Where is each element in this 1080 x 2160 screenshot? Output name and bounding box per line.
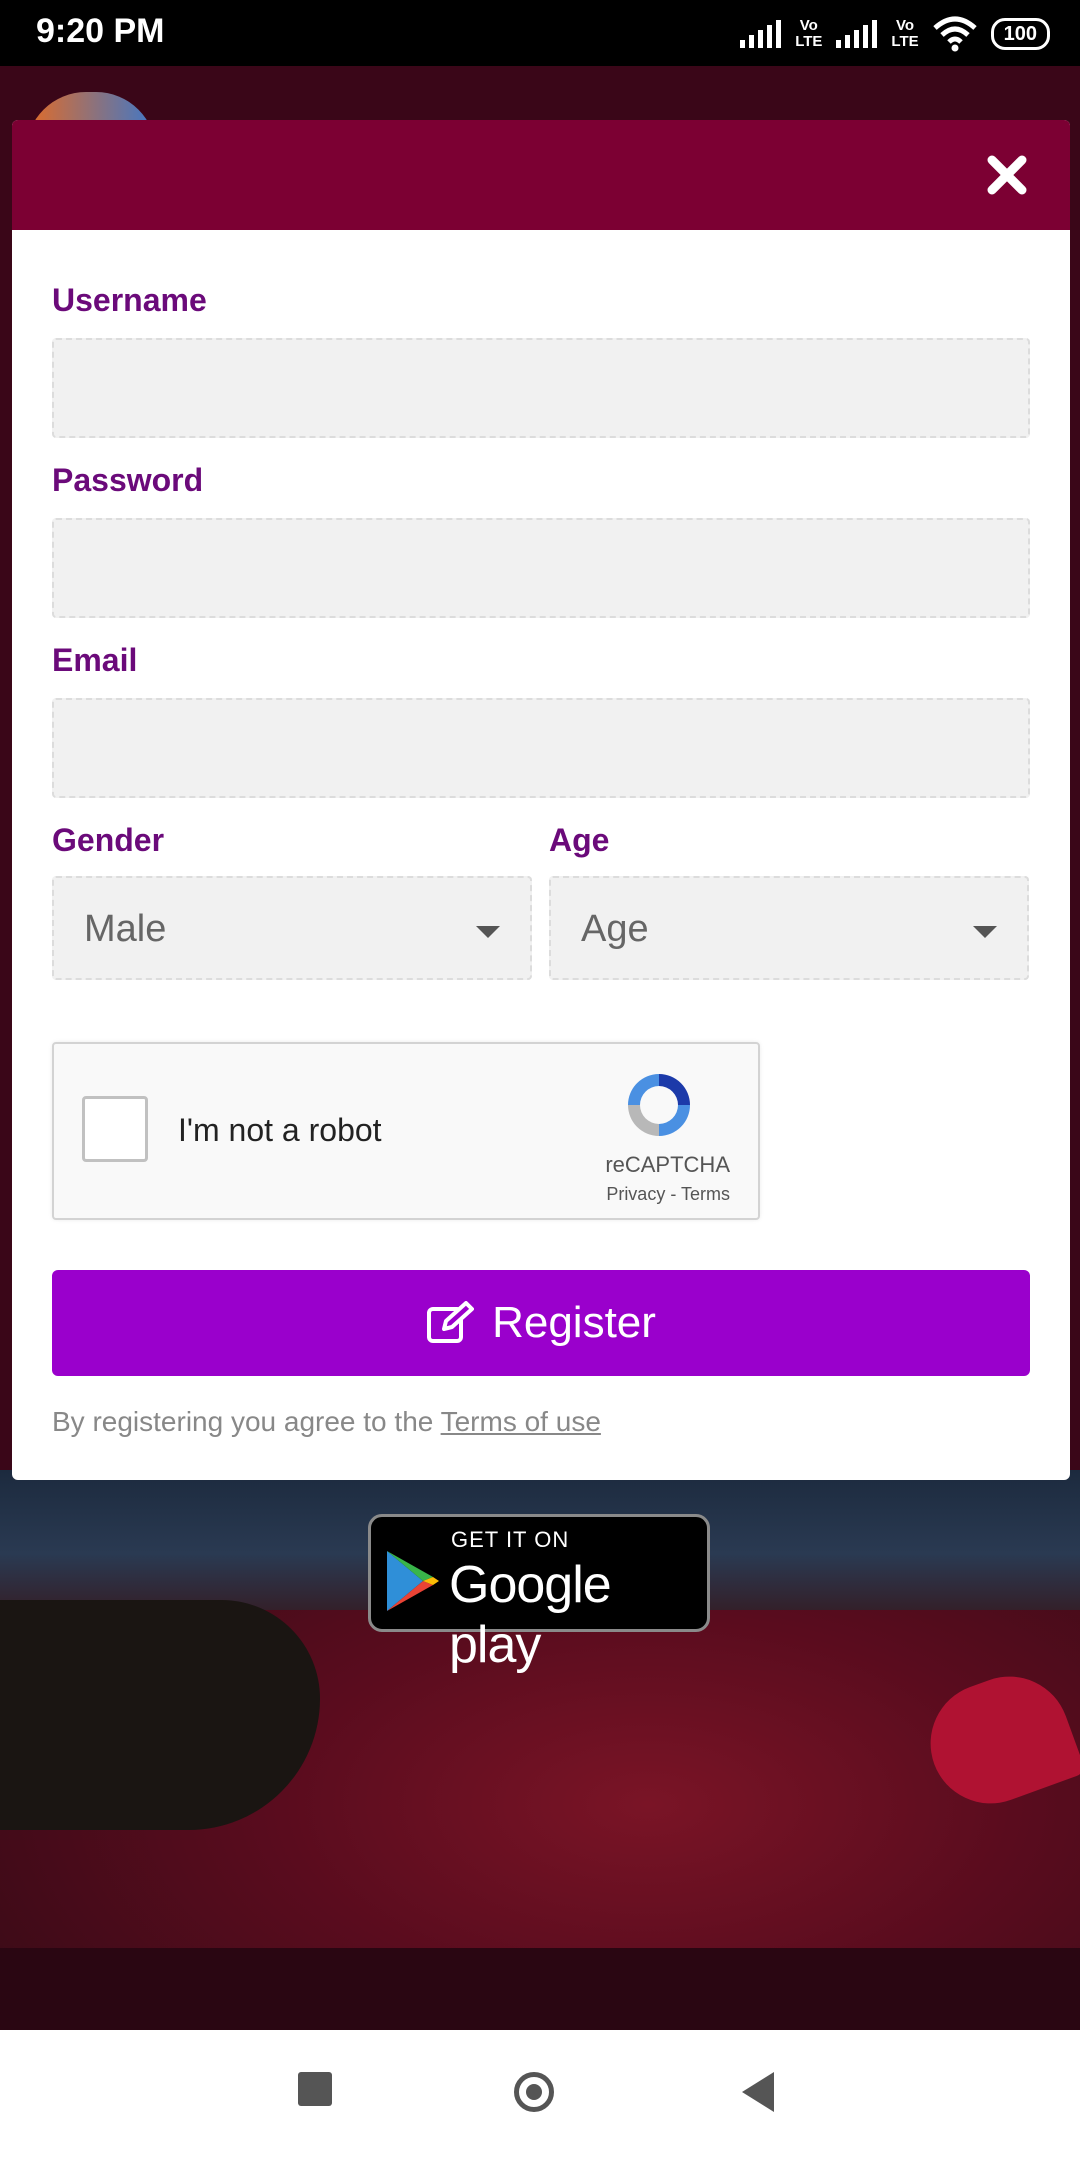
- register-label: Register: [492, 1298, 656, 1347]
- email-field[interactable]: [52, 698, 1030, 798]
- username-input[interactable]: [54, 340, 1028, 436]
- status-icons: Vo LTE Vo LTE 100: [740, 14, 1050, 54]
- back-icon[interactable]: [742, 2072, 774, 2112]
- google-play-badge[interactable]: GET IT ON Google play: [368, 1514, 710, 1674]
- navigation-bar: [0, 2030, 1080, 2160]
- terms-prefix: By registering you agree to the: [52, 1406, 441, 1437]
- recaptcha-checkbox[interactable]: [82, 1096, 148, 1162]
- chevron-down-icon: [476, 926, 500, 938]
- terms-of-use-link[interactable]: Terms of use: [441, 1406, 601, 1437]
- age-value: Age: [581, 908, 649, 950]
- username-label: Username: [52, 282, 207, 318]
- status-time: 9:20 PM: [36, 12, 165, 50]
- volte-label: Vo LTE: [795, 17, 823, 50]
- terms-note: By registering you agree to the Terms of…: [52, 1406, 601, 1438]
- email-label: Email: [52, 642, 138, 678]
- edit-icon: [427, 1301, 475, 1343]
- volte-label-2: Vo LTE: [891, 17, 919, 50]
- register-modal: Username Password Email Gender Male Age …: [12, 120, 1070, 1480]
- background-footer: [0, 1948, 1080, 2030]
- recaptcha-brand: reCAPTCHA: [605, 1152, 730, 1177]
- recaptcha-links[interactable]: Privacy - Terms: [606, 1184, 730, 1205]
- photo-heart: [913, 1659, 1080, 1821]
- recents-icon[interactable]: [298, 2072, 332, 2106]
- gender-select[interactable]: Male: [52, 876, 532, 980]
- username-field[interactable]: [52, 338, 1030, 438]
- modal-header: [12, 120, 1070, 230]
- chevron-down-icon: [973, 926, 997, 938]
- google-play-small-text: GET IT ON: [451, 1527, 570, 1552]
- photo-boot: [0, 1600, 320, 1830]
- google-play-big-text: Google play: [449, 1556, 612, 1674]
- email-input[interactable]: [54, 700, 1028, 796]
- age-select[interactable]: Age: [549, 876, 1029, 980]
- battery-icon: 100: [990, 18, 1050, 50]
- close-icon[interactable]: [982, 150, 1032, 200]
- register-button[interactable]: Register: [52, 1270, 1030, 1376]
- wifi-icon: [932, 16, 977, 52]
- google-play-icon: [387, 1551, 439, 1611]
- password-input[interactable]: [54, 520, 1028, 616]
- recaptcha-widget: I'm not a robot reCAPTCHA Privacy - Term…: [52, 1042, 760, 1220]
- signal-icon: [740, 20, 782, 48]
- recaptcha-text: I'm not a robot: [178, 1112, 382, 1148]
- gender-value: Male: [84, 908, 167, 950]
- status-bar: 9:20 PM Vo LTE Vo LTE 100: [0, 0, 1080, 66]
- signal-icon-2: [836, 20, 878, 48]
- gender-label: Gender: [52, 822, 165, 858]
- home-icon[interactable]: [514, 2072, 554, 2112]
- password-field[interactable]: [52, 518, 1030, 618]
- age-label: Age: [549, 822, 610, 858]
- recaptcha-icon: [628, 1074, 690, 1136]
- password-label: Password: [52, 462, 204, 498]
